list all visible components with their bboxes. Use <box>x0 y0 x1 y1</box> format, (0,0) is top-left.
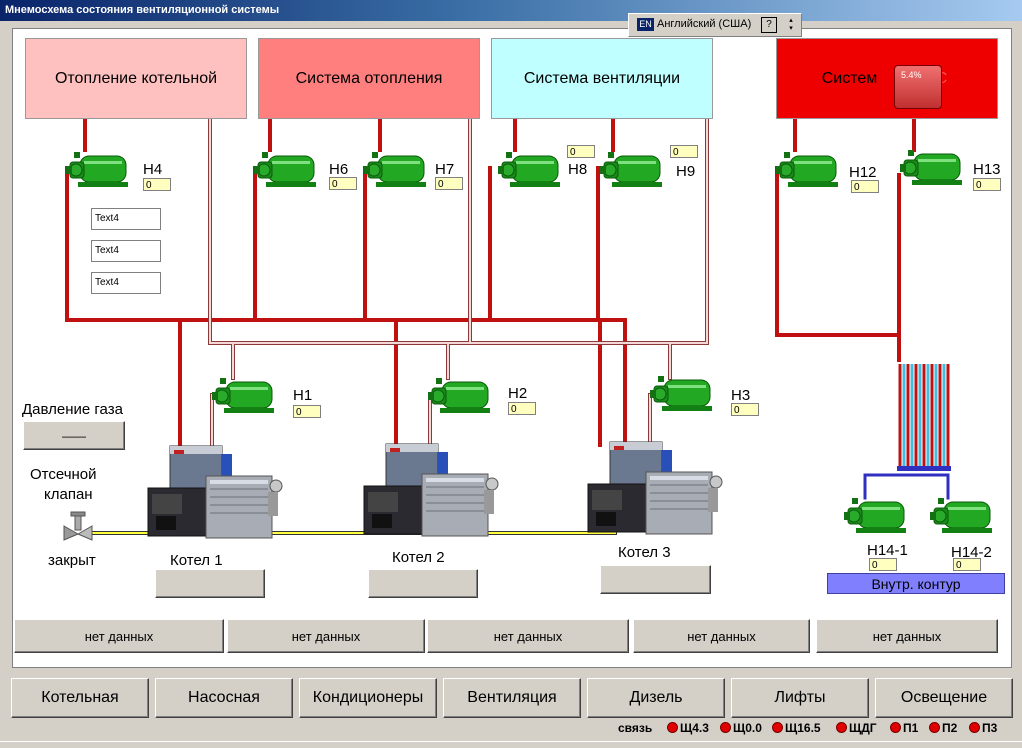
status-item-1: Щ4.3 <box>680 721 709 735</box>
nav-ventilation-label: Вентиляция <box>467 689 557 706</box>
status-led-1 <box>667 722 678 733</box>
status-item-7: П3 <box>982 721 998 735</box>
nav-boiler-room-label: Котельная <box>41 689 119 706</box>
boiler-1-label: Котел 1 <box>170 552 223 569</box>
inner-loop-text: Внутр. контур <box>871 575 961 592</box>
nodata-4-text: нет данных <box>687 628 756 644</box>
nav-lighting-button[interactable]: Освещение <box>875 678 1013 718</box>
nodata-2: нет данных <box>227 619 425 653</box>
boiler-1-icon <box>147 445 283 539</box>
status-led-6 <box>929 722 940 733</box>
boiler-3-icon <box>587 441 723 535</box>
status-item-4: ЩДГ <box>849 721 877 735</box>
nodata-5: нет данных <box>816 619 998 653</box>
boiler-1-status <box>155 569 265 598</box>
help-icon[interactable]: ? <box>761 17 777 33</box>
nodata-2-text: нет данных <box>291 628 361 644</box>
nav-pump-room-label: Насосная <box>188 689 260 706</box>
nav-diesel-label: Дизель <box>629 689 683 706</box>
status-item-5: П1 <box>903 721 919 735</box>
status-item-3: Щ16.5 <box>785 721 821 735</box>
nodata-3: нет данных <box>427 619 629 653</box>
status-led-3 <box>772 722 783 733</box>
nodata-5-text: нет данных <box>872 628 942 644</box>
nav-ventilation-button[interactable]: Вентиляция <box>443 678 581 718</box>
boiler-3-label: Котел 3 <box>618 544 671 561</box>
boiler-2-icon <box>363 443 499 537</box>
nodata-3-text: нет данных <box>493 628 563 644</box>
status-link-label: связь <box>618 721 653 735</box>
status-led-4 <box>836 722 847 733</box>
nav-elevators-label: Лифты <box>774 689 826 706</box>
nodata-1: нет данных <box>14 619 224 653</box>
nav-boiler-room-button[interactable]: Котельная <box>11 678 149 718</box>
language-bar[interactable]: EN Английский (США) ? ▴ ▾ <box>628 13 802 37</box>
nav-lighting-label: Освещение <box>900 689 988 706</box>
inner-loop-label: Внутр. контур <box>827 573 1005 594</box>
langbar-options-icon[interactable]: ▴ ▾ <box>785 16 797 33</box>
nav-pump-room-button[interactable]: Насосная <box>155 678 293 718</box>
language-name[interactable]: Английский (США) <box>657 18 751 30</box>
boiler-2-status <box>368 569 478 598</box>
status-led-2 <box>720 722 731 733</box>
boiler-2-label: Котел 2 <box>392 549 445 566</box>
status-item-2: Щ0.0 <box>733 721 762 735</box>
language-code[interactable]: EN <box>637 18 654 31</box>
nodata-1-text: нет данных <box>84 628 154 644</box>
boiler-3-status <box>600 565 711 594</box>
status-led-5 <box>890 722 901 733</box>
nav-elevators-button[interactable]: Лифты <box>731 678 869 718</box>
status-item-6: П2 <box>942 721 958 735</box>
nav-air-conditioners-button[interactable]: Кондиционеры <box>299 678 437 718</box>
nav-air-conditioners-label: Кондиционеры <box>312 689 424 706</box>
nav-diesel-button[interactable]: Дизель <box>587 678 725 718</box>
nodata-4: нет данных <box>633 619 810 653</box>
status-led-7 <box>969 722 980 733</box>
